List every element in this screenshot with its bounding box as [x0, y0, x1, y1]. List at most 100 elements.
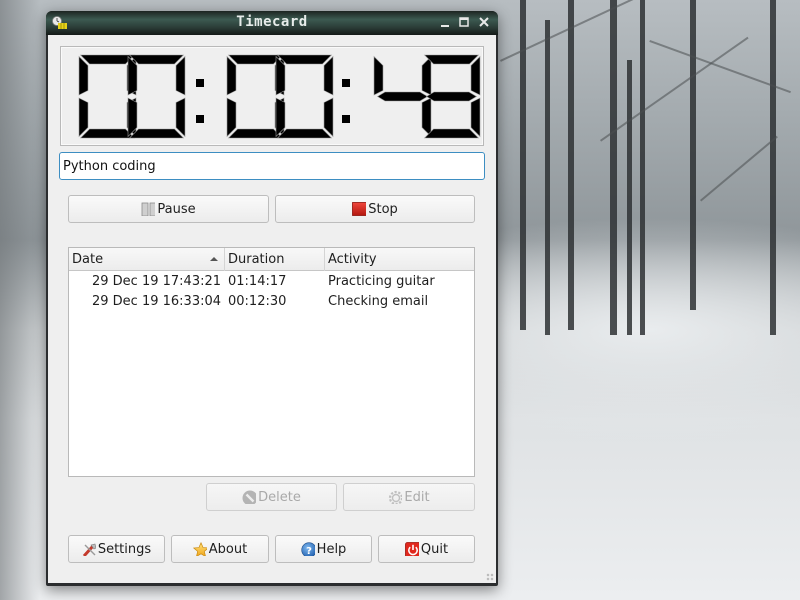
- about-button[interactable]: About: [171, 535, 269, 563]
- column-header-activity[interactable]: Activity: [325, 248, 474, 271]
- pause-button[interactable]: Pause: [68, 195, 269, 223]
- delete-icon: [242, 490, 257, 504]
- quit-button[interactable]: Quit: [378, 535, 475, 563]
- lcd-digit: [78, 54, 137, 139]
- settings-icon: [82, 543, 96, 556]
- title-bar[interactable]: Timecard: [46, 11, 498, 35]
- activity-input[interactable]: [59, 152, 485, 180]
- close-icon: [479, 17, 489, 27]
- column-header-duration[interactable]: Duration: [225, 248, 325, 271]
- tree-branch: [700, 135, 778, 202]
- sort-ascending-icon: [210, 257, 218, 261]
- lcd-digit: [373, 55, 432, 138]
- pause-icon: [141, 202, 156, 216]
- lcd-segment: [226, 97, 237, 138]
- close-button[interactable]: [477, 15, 491, 29]
- star-icon: [192, 542, 207, 556]
- lcd-segment: [226, 55, 237, 96]
- lcd-segment: [421, 97, 432, 138]
- column-header-date[interactable]: Date: [69, 248, 225, 271]
- lcd-digits: [78, 54, 481, 139]
- help-button[interactable]: ? Help: [275, 535, 372, 563]
- tree-trunk: [568, 0, 574, 330]
- lcd-segment: [128, 54, 185, 65]
- history-table: Date Duration Activity 29 Dec 19 17:43:2…: [68, 247, 475, 477]
- timecard-window: Timecard Pause Stop: [46, 11, 498, 586]
- lcd-segment: [276, 128, 333, 139]
- cell-duration: 00:12:30: [228, 294, 287, 309]
- tree-trunk: [545, 20, 550, 335]
- tree-branch: [600, 36, 749, 142]
- lcd-segment: [78, 55, 89, 96]
- maximize-icon: [459, 17, 469, 27]
- delete-button[interactable]: Delete: [206, 483, 337, 511]
- power-icon: [405, 542, 419, 556]
- lcd-segment: [323, 55, 334, 96]
- lcd-colon-dot: [196, 79, 204, 87]
- lcd-colon-dot: [342, 115, 350, 123]
- lcd-segment: [376, 91, 429, 102]
- table-row[interactable]: 29 Dec 19 17:43:21 01:14:17 Practicing g…: [69, 272, 474, 292]
- cell-activity: Checking email: [328, 294, 429, 309]
- settings-button[interactable]: Settings: [68, 535, 165, 563]
- help-icon: ?: [301, 542, 315, 556]
- stop-button[interactable]: Stop: [275, 195, 475, 223]
- tree-trunk: [627, 60, 632, 335]
- column-label: Date: [72, 252, 104, 267]
- resize-grip[interactable]: [486, 573, 494, 581]
- edit-button[interactable]: Edit: [343, 483, 475, 511]
- lcd-segment: [423, 54, 480, 65]
- tree-trunk: [610, 0, 617, 335]
- column-label: Duration: [228, 252, 285, 267]
- lcd-segment: [227, 54, 284, 65]
- cell-activity: Practicing guitar: [328, 274, 435, 289]
- pause-label: Pause: [157, 201, 196, 217]
- tree-trunk: [690, 0, 696, 310]
- lcd-segment: [423, 128, 480, 139]
- lcd-segment: [373, 55, 384, 96]
- cell-date: 29 Dec 19 17:43:21: [92, 274, 222, 289]
- lcd-segment: [79, 128, 136, 139]
- table-header: Date Duration Activity: [69, 248, 474, 271]
- column-label: Activity: [328, 252, 377, 267]
- minimize-button[interactable]: [438, 15, 452, 29]
- table-row[interactable]: 29 Dec 19 16:33:04 00:12:30 Checking ema…: [69, 292, 474, 312]
- tree-trunk: [770, 0, 776, 335]
- settings-label: Settings: [97, 541, 152, 557]
- tree-left: [0, 0, 40, 600]
- window-title: Timecard: [236, 14, 308, 30]
- lcd-colon: [196, 79, 204, 123]
- timer-display: [60, 46, 484, 146]
- lcd-segment: [175, 97, 186, 138]
- quit-label: Quit: [420, 541, 449, 557]
- help-label: Help: [316, 541, 347, 557]
- lcd-segment: [276, 54, 333, 65]
- edit-label: Edit: [404, 489, 430, 505]
- lcd-colon: [342, 79, 350, 123]
- lcd-colon-dot: [342, 79, 350, 87]
- minimize-icon: [441, 25, 449, 27]
- tree-trunk: [640, 0, 645, 335]
- lcd-colon-dot: [196, 115, 204, 123]
- stop-icon: [352, 202, 367, 216]
- svg-text:?: ?: [306, 546, 312, 556]
- gear-icon: [389, 490, 403, 504]
- lcd-segment: [175, 55, 186, 96]
- lcd-digit: [423, 54, 481, 139]
- delete-label: Delete: [258, 489, 301, 505]
- lcd-segment: [78, 97, 89, 138]
- cell-duration: 01:14:17: [228, 274, 287, 289]
- lcd-segment: [128, 128, 185, 139]
- lcd-segment: [425, 91, 478, 102]
- lcd-segment: [470, 97, 481, 138]
- lcd-digit: [226, 54, 285, 139]
- lcd-segment: [323, 97, 334, 138]
- cell-date: 29 Dec 19 16:33:04: [92, 294, 222, 309]
- lcd-segment: [79, 54, 136, 65]
- lcd-segment: [227, 128, 284, 139]
- about-label: About: [208, 541, 248, 557]
- lcd-segment: [470, 55, 481, 96]
- maximize-button[interactable]: [457, 15, 471, 29]
- window-content: Pause Stop Date Duration Activity: [48, 35, 496, 583]
- lcd-segment: [421, 55, 432, 96]
